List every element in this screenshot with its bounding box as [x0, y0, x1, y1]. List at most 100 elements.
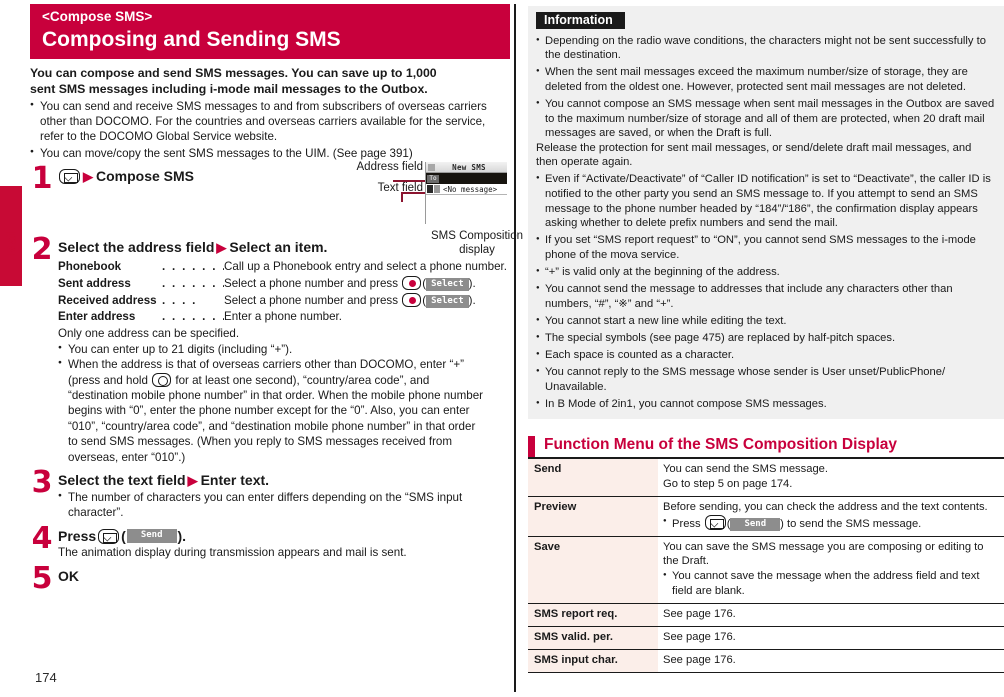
- definition-term: Received address: [58, 293, 157, 307]
- step-2: 2 Select the address field ▶ Select an i…: [30, 234, 510, 465]
- step-4-heading: Press (Send).: [58, 528, 510, 545]
- definition-description: Enter a phone number.: [224, 310, 342, 324]
- table-row: SMS input char. See page 176.: [528, 649, 1004, 673]
- step-3: 3 Select the text field ▶ Enter text. Th…: [30, 468, 510, 521]
- intro-lead-line1: You can compose and send SMS messages. Y…: [30, 66, 437, 81]
- zero-key-icon: [152, 372, 172, 387]
- step-1-heading-text: Compose SMS: [96, 168, 195, 185]
- function-menu-key: Send: [528, 459, 658, 497]
- step-5-heading-text: OK: [58, 567, 79, 584]
- step-2-definitions: Phonebook . . . . . . . . . Call up a Ph…: [58, 259, 510, 465]
- phone-title-bar: New SMS: [426, 162, 507, 173]
- function-menu-key: SMS valid. per.: [528, 626, 658, 650]
- select-key-icon: [402, 292, 422, 307]
- definition-dots: . . . . . . .: [162, 310, 224, 324]
- step-2-bullet-2-seg2b: for at least one second), “country/area …: [172, 373, 430, 387]
- step-2-number: 2: [31, 231, 53, 267]
- step-3-body: The number of characters you can enter d…: [58, 490, 510, 521]
- function-menu-key: Preview: [528, 496, 658, 537]
- definition-description-tail: ).: [468, 293, 476, 307]
- step-3-heading: Select the text field ▶ Enter text.: [58, 472, 510, 489]
- step-2-bullet-2-seg7: overseas, enter “010”.): [68, 450, 186, 464]
- phone-status-icon: [428, 163, 435, 171]
- step-2-bullet-2-seg1: When the address is that of overseas car…: [68, 358, 464, 372]
- send-softkey-label: Send: [126, 529, 177, 543]
- function-menu-value: You can save the SMS message you are com…: [658, 536, 1004, 605]
- definition-term: Sent address: [58, 276, 131, 290]
- function-menu-value: See page 176.: [658, 649, 1004, 673]
- function-menu-subline: Press (Send) to send the SMS message.: [663, 514, 1000, 532]
- definition-description: Call up a Phonebook entry and select a p…: [224, 259, 507, 273]
- step-4-heading-prefix: Press: [58, 527, 97, 544]
- information-item: When the sent mail messages exceed the m…: [536, 65, 996, 94]
- step-4: 4 Press (Send). The animation display du…: [30, 523, 510, 561]
- phone-title-text: New SMS: [452, 162, 486, 172]
- right-column: Information Depending on the radio wave …: [528, 0, 1004, 697]
- left-column: <Compose SMS> Composing and Sending SMS …: [30, 0, 510, 697]
- function-menu-value: Before sending, you can check the addres…: [658, 496, 1004, 537]
- step-2-bullet-2-seg4: begins with “0”, enter the phone number …: [68, 404, 470, 418]
- step-5: 5 OK: [30, 563, 510, 593]
- mail-key-icon: [59, 169, 80, 185]
- intro-bullet-2: You can move/copy the sent SMS messages …: [30, 146, 510, 161]
- subline-prefix: Press: [672, 517, 704, 530]
- function-menu-line: Before sending, you can check the addres…: [663, 500, 988, 513]
- callout-address-field-label: Address field: [356, 161, 423, 173]
- step-5-heading: OK: [58, 568, 510, 585]
- select-key-icon: [402, 275, 422, 290]
- function-menu-key: Save: [528, 536, 658, 605]
- definition-description-text: Select a phone number and press: [224, 293, 402, 307]
- information-item: Depending on the radio wave conditions, …: [536, 34, 996, 63]
- text-field-icon-a: [427, 185, 433, 193]
- send-softkey-label: Send: [730, 517, 781, 531]
- step-2-bullet-2: When the address is that of overseas car…: [58, 357, 510, 465]
- function-menu-heading-wrap: Function Menu of the SMS Composition Dis…: [528, 435, 1004, 459]
- information-item: “+” is valid only at the beginning of th…: [536, 265, 996, 280]
- information-title: Information: [536, 12, 625, 29]
- definition-dots: . . . . . . . . .: [162, 259, 224, 273]
- information-item: You cannot send the message to addresses…: [536, 282, 996, 311]
- information-item: Even if “Activate/Deactivate” of “Caller…: [536, 172, 996, 230]
- step-2-heading-part1: Select the address field: [58, 238, 215, 255]
- phone-address-field-row[interactable]: To: [426, 173, 507, 184]
- definition-dots: . . . .: [162, 293, 198, 307]
- function-menu-heading: Function Menu of the SMS Composition Dis…: [544, 435, 898, 453]
- illustration-caption-line2: display: [459, 244, 495, 256]
- definition-row-sent-address: Sent address . . . . . . . . Select a ph…: [58, 275, 510, 293]
- column-divider: [514, 4, 516, 692]
- callout-text-field-tick: [401, 192, 403, 202]
- step-2-bullet-2-seg3: “destination mobile phone number” in tha…: [68, 389, 484, 403]
- intro-lead-line2: sent SMS messages including i-mode mail …: [30, 82, 428, 97]
- step-2-plain-note: Only one address can be specified.: [58, 327, 240, 341]
- text-field-icon-b: [434, 185, 440, 193]
- step-4-heading-suffix: ).: [177, 527, 187, 544]
- table-row: Save You can save the SMS message you ar…: [528, 536, 1004, 605]
- step-4-body: The animation display during transmissio…: [58, 546, 407, 560]
- step-2-bullet-2-seg6: to send SMS messages. (When you reply to…: [68, 435, 453, 449]
- mail-key-icon: [98, 528, 120, 544]
- step-3-bullet-1: The number of characters you can enter d…: [58, 490, 510, 521]
- select-softkey-label: Select: [426, 277, 469, 291]
- function-menu-line: Go to step 5 on page 174.: [663, 477, 793, 490]
- intro-bullet-1: You can send and receive SMS messages to…: [30, 99, 510, 145]
- illustration-caption-line1: SMS Composition: [430, 230, 524, 242]
- step-arrow-icon: ▶: [216, 239, 227, 255]
- information-item: The special symbols (see page 475) are r…: [536, 331, 996, 346]
- function-menu-key: SMS input char.: [528, 649, 658, 673]
- definition-row-phonebook: Phonebook . . . . . . . . . Call up a Ph…: [58, 259, 510, 276]
- function-menu-table: Send You can send the SMS message. Go to…: [528, 459, 1004, 673]
- definition-dots: . . . . . . . .: [162, 276, 224, 290]
- step-2-bullet-1: You can enter up to 21 digits (including…: [58, 342, 510, 357]
- step-3-heading-part1: Select the text field: [58, 472, 186, 489]
- function-menu-value: See page 176.: [658, 626, 1004, 650]
- phone-text-field-row[interactable]: <No message>: [426, 184, 507, 195]
- step-3-heading-part2: Enter text.: [200, 472, 270, 489]
- definition-term: Enter address: [58, 310, 136, 324]
- step-arrow-icon: ▶: [83, 168, 93, 184]
- table-row: SMS valid. per. See page 176.: [528, 626, 1004, 650]
- mail-section-tab-label: Mail: [3, 229, 19, 255]
- page-header: <Compose SMS> Composing and Sending SMS: [30, 4, 510, 60]
- step-2-bullet-2-seg5: “010”, “country/area code”, and “destina…: [68, 419, 476, 433]
- step-1-number: 1: [31, 161, 53, 197]
- definition-description: Select a phone number and press (Select)…: [224, 275, 476, 291]
